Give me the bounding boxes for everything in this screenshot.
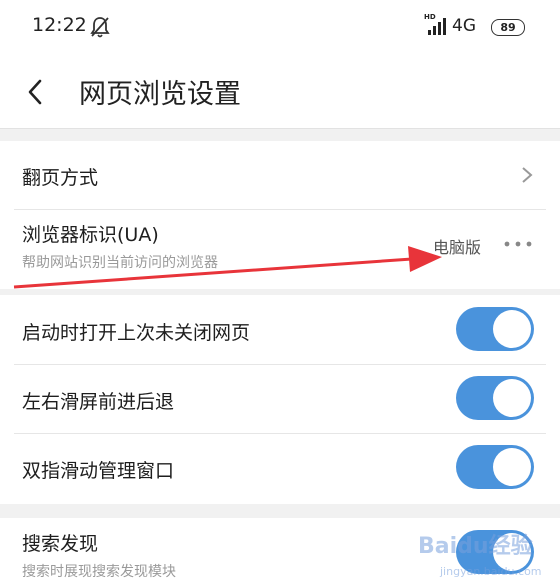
watermark-logo: Baidu经验 [418,534,533,559]
watermark-url: jingyan.baidu.com [440,565,542,578]
annotation-arrow [13,246,442,289]
